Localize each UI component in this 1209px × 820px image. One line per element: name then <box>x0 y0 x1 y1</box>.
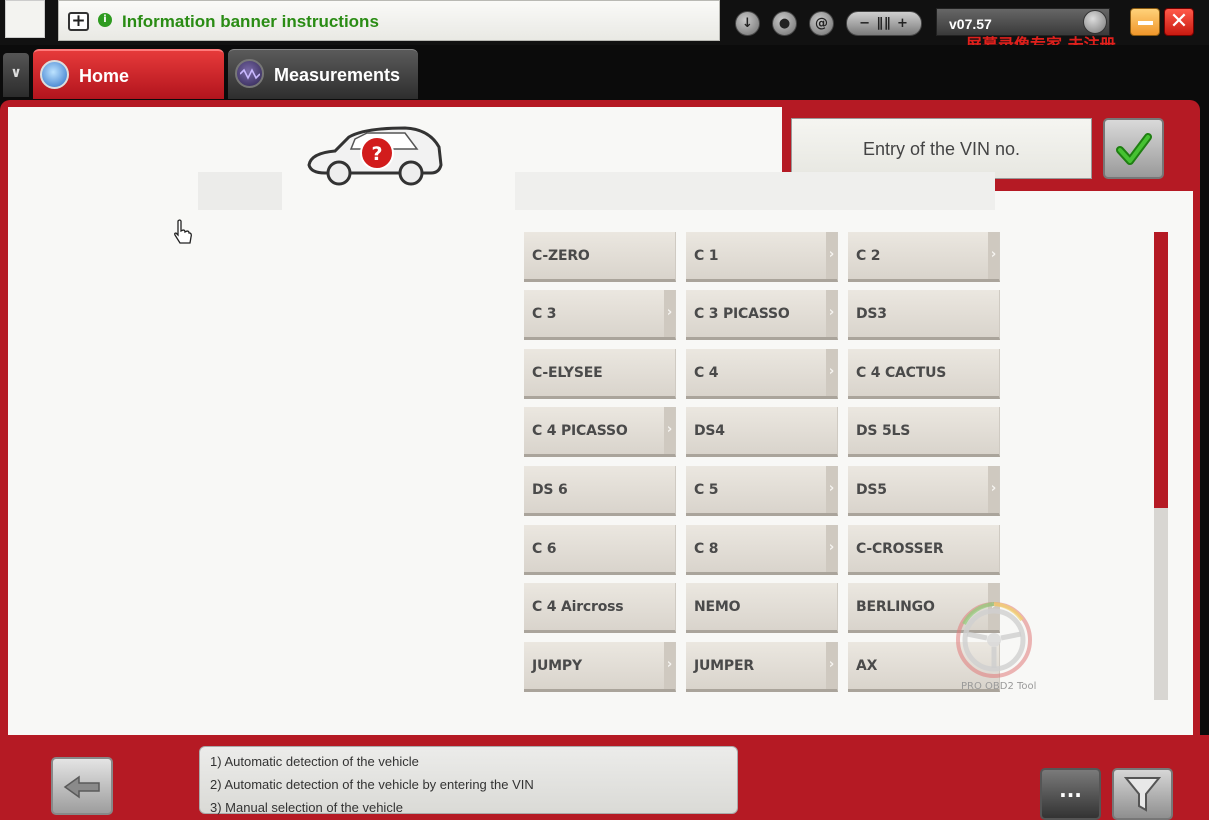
tab-measurements[interactable]: Measurements <box>228 49 418 99</box>
model-label: C 4 Aircross <box>532 599 624 615</box>
chevron-right-icon: › <box>988 466 999 513</box>
banner-text: Information banner instructions <box>122 12 379 31</box>
model-label: C 4 PICASSO <box>532 423 628 439</box>
checkmark-icon <box>1116 133 1152 165</box>
logo-text: PRO OBD2 Tool <box>961 681 1037 692</box>
model-button[interactable]: JUMPY › <box>524 642 676 692</box>
model-button[interactable]: C 4 CACTUS <box>848 349 1000 399</box>
zoom-control[interactable]: − ∥∥ + <box>846 11 922 36</box>
model-button[interactable]: C-ZERO <box>524 232 676 282</box>
model-label: DS5 <box>856 482 887 498</box>
model-button[interactable]: DS 5LS <box>848 407 1000 457</box>
model-label: C-CROSSER <box>856 541 944 557</box>
tab-measurements-label: Measurements <box>274 65 401 85</box>
model-label: DS4 <box>694 423 725 439</box>
model-label: C 4 <box>694 365 719 381</box>
model-label: C 3 PICASSO <box>694 306 790 322</box>
chevron-right-icon: › <box>664 407 675 454</box>
model-label: JUMPY <box>532 658 582 674</box>
email-icon[interactable]: @ <box>809 11 834 36</box>
model-label: DS 5LS <box>856 423 911 439</box>
model-label: C 8 <box>694 541 719 557</box>
faded-area <box>198 172 282 210</box>
info-icon: i <box>98 13 112 27</box>
model-button[interactable]: C 2 › <box>848 232 1000 282</box>
model-button[interactable]: C-ELYSEE <box>524 349 676 399</box>
chevron-right-icon: › <box>826 525 837 572</box>
vin-entry-label: Entry of the VIN no. <box>862 139 1021 159</box>
model-label: C 3 <box>532 306 557 322</box>
selection-methods-list: 1) Automatic detection of the vehicle 2)… <box>199 746 738 815</box>
tab-home[interactable]: Home <box>33 49 224 99</box>
model-button[interactable]: C 3 PICASSO › <box>686 290 838 340</box>
chevron-right-icon: › <box>664 642 675 689</box>
car-unknown-icon: ? <box>307 126 443 186</box>
confirm-vin-button[interactable] <box>1103 118 1164 179</box>
model-label: NEMO <box>694 599 741 615</box>
download-icon[interactable]: ↓ <box>735 11 760 36</box>
funnel-icon <box>1123 777 1162 812</box>
user-icon[interactable]: ● <box>772 11 797 36</box>
model-button[interactable]: C 8 › <box>686 525 838 575</box>
faded-area <box>515 172 995 210</box>
chevron-right-icon: › <box>826 232 837 279</box>
steering-wheel-logo <box>956 602 1032 678</box>
model-label: C-ZERO <box>532 248 590 264</box>
model-button[interactable]: C 4 Aircross <box>524 583 676 633</box>
chevron-right-icon: › <box>988 232 999 279</box>
model-button[interactable]: C 4 › <box>686 349 838 399</box>
scrollbar-thumb[interactable] <box>1154 232 1168 508</box>
window-corner <box>5 0 45 38</box>
back-arrow-icon <box>63 775 100 799</box>
minimize-button[interactable] <box>1130 8 1160 36</box>
model-button[interactable]: DS5 › <box>848 466 1000 516</box>
model-label: C 2 <box>856 248 881 264</box>
model-label: DS 6 <box>532 482 568 498</box>
model-button[interactable]: DS 6 <box>524 466 676 516</box>
model-button[interactable]: DS3 <box>848 290 1000 340</box>
list-item: 3) Manual selection of the vehicle <box>210 800 403 815</box>
expand-banner-icon[interactable]: + <box>68 12 89 31</box>
model-button[interactable]: JUMPER › <box>686 642 838 692</box>
model-label: C-ELYSEE <box>532 365 603 381</box>
back-button[interactable] <box>51 757 113 815</box>
more-options-button[interactable]: ... <box>1040 768 1101 820</box>
model-label: C 6 <box>532 541 557 557</box>
waveform-icon <box>235 59 264 88</box>
model-button[interactable]: C-CROSSER <box>848 525 1000 575</box>
model-label: C 1 <box>694 248 719 264</box>
close-button[interactable]: ✕ <box>1164 8 1194 36</box>
chevron-right-icon: › <box>664 290 675 337</box>
svg-text:?: ? <box>371 143 382 165</box>
tab-bar: ∨ Home Measurements <box>0 45 1209 100</box>
model-button[interactable]: C 3 › <box>524 290 676 340</box>
model-button[interactable]: C 4 PICASSO › <box>524 407 676 457</box>
version-label: v07.57 <box>949 16 992 32</box>
filter-button[interactable] <box>1112 768 1173 820</box>
model-button[interactable]: C 6 <box>524 525 676 575</box>
model-button[interactable]: C 5 › <box>686 466 838 516</box>
hand-cursor-icon <box>174 219 192 244</box>
information-banner: + i Information banner instructions <box>58 0 720 41</box>
model-button[interactable]: DS4 <box>686 407 838 457</box>
model-label: C 4 CACTUS <box>856 365 947 381</box>
tab-home-label: Home <box>79 66 130 86</box>
chevron-right-icon: › <box>826 642 837 689</box>
chevron-right-icon: › <box>826 349 837 396</box>
list-item: 2) Automatic detection of the vehicle by… <box>210 777 534 792</box>
model-label: DS3 <box>856 306 887 322</box>
model-button[interactable]: C 1 › <box>686 232 838 282</box>
model-label: C 5 <box>694 482 719 498</box>
chevron-right-icon: › <box>826 466 837 513</box>
home-globe-icon <box>40 60 69 89</box>
list-item: 1) Automatic detection of the vehicle <box>210 754 419 769</box>
model-label: AX <box>856 658 878 674</box>
chevron-down-icon[interactable]: ∨ <box>3 53 29 97</box>
vin-entry-field[interactable]: Entry of the VIN no. <box>791 118 1092 179</box>
model-button[interactable]: NEMO <box>686 583 838 633</box>
chevron-right-icon: › <box>826 290 837 337</box>
model-label: JUMPER <box>694 658 754 674</box>
model-label: BERLINGO <box>856 599 935 615</box>
